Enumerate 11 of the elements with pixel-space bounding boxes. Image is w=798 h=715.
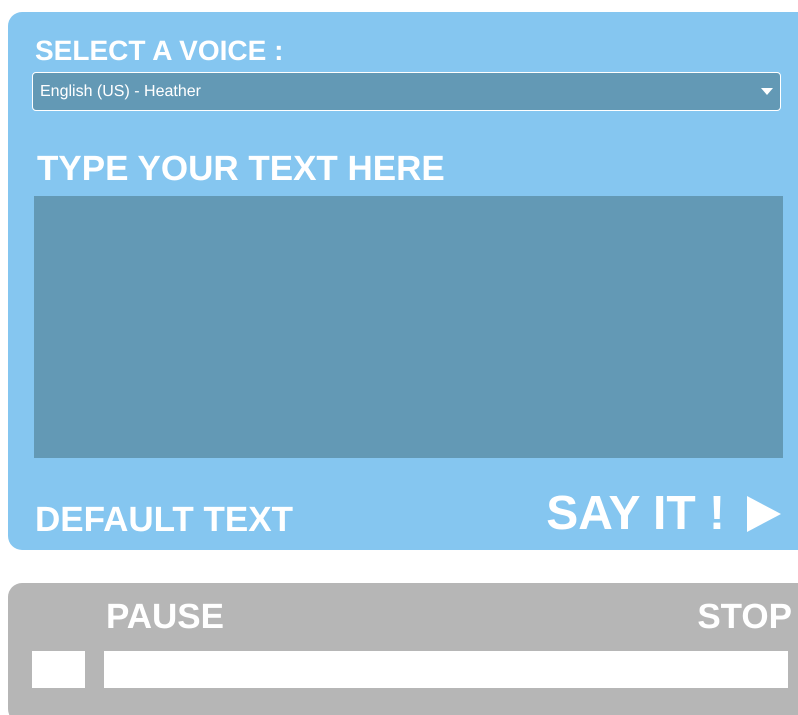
- default-text-button[interactable]: DEFAULT TEXT: [32, 494, 293, 546]
- section-label: TYPE YOUR TEXT HERE: [36, 149, 446, 190]
- caret-icon: [761, 88, 773, 95]
- voice-dropdown[interactable]: English (US) - Heather: [32, 72, 781, 112]
- section-label: SELECT A VOICE :: [34, 34, 284, 68]
- stop-button[interactable]: STOP: [697, 597, 792, 637]
- status-box: [32, 651, 85, 688]
- play-icon: [747, 496, 781, 532]
- say-it-button[interactable]: SAY IT !: [546, 478, 781, 550]
- text-area[interactable]: [34, 196, 783, 458]
- pause-button[interactable]: PAUSE: [106, 597, 224, 637]
